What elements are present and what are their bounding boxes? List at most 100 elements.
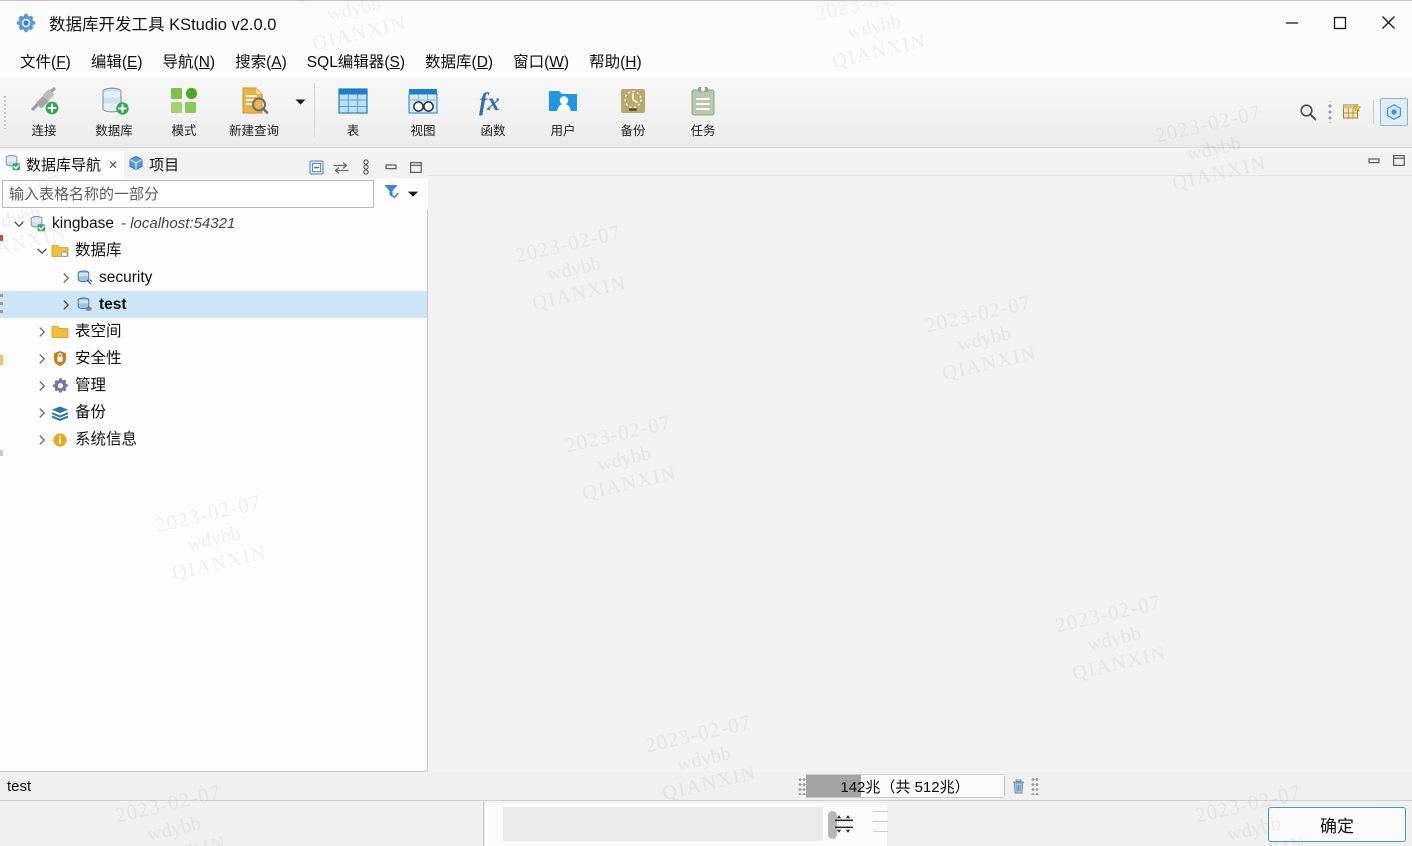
tab-project-label: 项目 <box>149 157 180 174</box>
maximize-button[interactable] <box>1316 1 1364 45</box>
tree-item-tablespaces[interactable]: 表空间 <box>0 318 427 345</box>
app-window: 数据库开发工具 KStudio v2.0.0 文件(F) 编辑(E) 导航(N)… <box>0 0 1412 846</box>
twisty-right-icon[interactable] <box>33 350 51 368</box>
twisty-right-icon[interactable] <box>33 431 51 449</box>
view-button[interactable]: 视图 <box>388 78 458 142</box>
twisty-right-icon[interactable] <box>57 296 75 314</box>
title-bar: 数据库开发工具 KStudio v2.0.0 <box>0 0 1412 44</box>
view-menu-icon[interactable] <box>358 159 374 175</box>
user-label: 用户 <box>550 124 576 138</box>
backup-label: 备份 <box>620 124 646 138</box>
twisty-down-icon[interactable] <box>10 215 28 233</box>
filter-bar <box>0 178 428 210</box>
toolbar-group-create: 连接 数据库 模式 新建查询 <box>9 78 311 146</box>
table-button[interactable]: 表 <box>318 78 388 142</box>
database-navigator-panel: 数据库导航 ✕ 项目 输入表格名称的一部分 kingbase - localho… <box>0 150 428 772</box>
menu-window[interactable]: 窗口(W) <box>503 47 579 75</box>
backup-button[interactable]: 备份 <box>598 78 668 142</box>
twisty-right-icon[interactable] <box>33 404 51 422</box>
editor-tab-strip <box>428 150 1412 176</box>
filter-controls <box>374 183 426 205</box>
menu-sql-editor[interactable]: SQL编辑器(S) <box>297 47 415 75</box>
toolbar-grip[interactable] <box>0 82 9 142</box>
toolbar-group-objects: 表 视图 fx 函数 用户 备份 任务 <box>318 78 738 146</box>
info-icon <box>51 431 69 449</box>
new-table-icon[interactable] <box>1337 97 1367 127</box>
collapse-all-icon[interactable] <box>308 159 324 175</box>
tree-item-administration[interactable]: 管理 <box>0 372 427 399</box>
chevron-down-icon[interactable] <box>407 185 419 203</box>
search-icon[interactable] <box>1293 97 1323 127</box>
tree-item-security-db[interactable]: security <box>0 264 427 291</box>
menu-search[interactable]: 搜索(A) <box>225 47 297 75</box>
new-database-button[interactable]: 数据库 <box>79 78 149 142</box>
perspective-icon[interactable] <box>1380 98 1408 126</box>
tree-item-security[interactable]: 安全性 <box>0 345 427 372</box>
menu-database[interactable]: 数据库(D) <box>415 47 503 75</box>
menu-navigate[interactable]: 导航(N) <box>153 47 226 75</box>
new-query-button[interactable]: 新建查询 <box>219 78 289 142</box>
menu-help[interactable]: 帮助(H) <box>579 47 652 75</box>
menu-edit[interactable]: 编辑(E) <box>81 47 153 75</box>
heap-status: 142兆（共 512兆） <box>798 773 1039 799</box>
tree-item-label: kingbase <box>52 214 115 232</box>
tree-item-label: 安全性 <box>75 349 122 367</box>
tab-database-navigator[interactable]: 数据库导航 ✕ <box>0 151 125 178</box>
bottom-dialog-middle <box>485 803 899 846</box>
filter-icon[interactable] <box>383 183 400 205</box>
new-connection-button[interactable]: 连接 <box>9 78 79 142</box>
close-icon[interactable]: ✕ <box>108 158 118 172</box>
svg-text:fx: fx <box>479 89 500 116</box>
task-button[interactable]: 任务 <box>668 78 738 142</box>
tree-item-host: - localhost:54321 <box>121 215 236 232</box>
minimize-button[interactable] <box>1268 1 1316 45</box>
tree-item-kingbase[interactable]: kingbase - localhost:54321 <box>0 210 427 237</box>
bottom-dialog-right: 确定 <box>888 801 1412 846</box>
tree-item-test-db[interactable]: test <box>0 291 427 318</box>
panel-maximize-icon[interactable] <box>408 159 424 175</box>
menu-file[interactable]: 文件(F) <box>10 47 81 75</box>
status-text: test <box>7 777 32 795</box>
editor-maximize-icon[interactable] <box>1392 154 1406 172</box>
task-icon <box>690 84 716 118</box>
chevron-down-icon[interactable] <box>289 78 311 140</box>
link-editor-icon[interactable] <box>333 159 349 175</box>
folder-icon <box>51 323 69 341</box>
twisty-right-icon[interactable] <box>33 323 51 341</box>
trash-icon[interactable] <box>1005 778 1031 795</box>
security-icon <box>51 350 69 368</box>
tree-item-backup[interactable]: 备份 <box>0 399 427 426</box>
gear-icon <box>14 11 38 35</box>
close-button[interactable] <box>1364 1 1412 45</box>
sliders-icon[interactable] <box>833 813 855 840</box>
backup-layers-icon <box>51 404 69 422</box>
filter-input[interactable] <box>2 180 374 208</box>
database-icon <box>75 269 93 287</box>
panel-minimize-icon[interactable] <box>383 159 399 175</box>
dots-handle-icon[interactable] <box>1325 101 1335 123</box>
function-button[interactable]: fx 函数 <box>458 78 528 142</box>
ok-button[interactable]: 确定 <box>1268 807 1406 842</box>
window-controls <box>1268 1 1412 45</box>
toolbar-separator <box>314 83 315 137</box>
heap-label: 142兆（共 512兆） <box>840 778 970 796</box>
heap-grip-icon-right[interactable] <box>1031 777 1039 795</box>
twisty-down-icon[interactable] <box>33 242 51 260</box>
database-navigator-icon <box>4 154 21 175</box>
user-button[interactable]: 用户 <box>528 78 598 142</box>
view-icon <box>408 84 438 118</box>
tab-project[interactable]: 项目 <box>124 151 185 178</box>
heap-progress-bar[interactable]: 142兆（共 512兆） <box>806 774 1004 798</box>
twisty-right-icon[interactable] <box>33 377 51 395</box>
tree-item-system-info[interactable]: 系统信息 <box>0 426 427 453</box>
twisty-right-icon[interactable] <box>57 269 75 287</box>
tree-item-databases[interactable]: 数据库 <box>0 237 427 264</box>
backup-icon <box>619 84 647 118</box>
heap-grip-icon[interactable] <box>798 777 806 795</box>
new-connection-icon <box>28 84 60 118</box>
new-schema-button[interactable]: 模式 <box>149 78 219 142</box>
tree-item-label: 管理 <box>75 376 107 394</box>
editor-minimize-icon[interactable] <box>1367 154 1381 172</box>
bottom-dialog-field[interactable] <box>503 807 823 841</box>
editor-empty-canvas <box>428 176 1412 772</box>
